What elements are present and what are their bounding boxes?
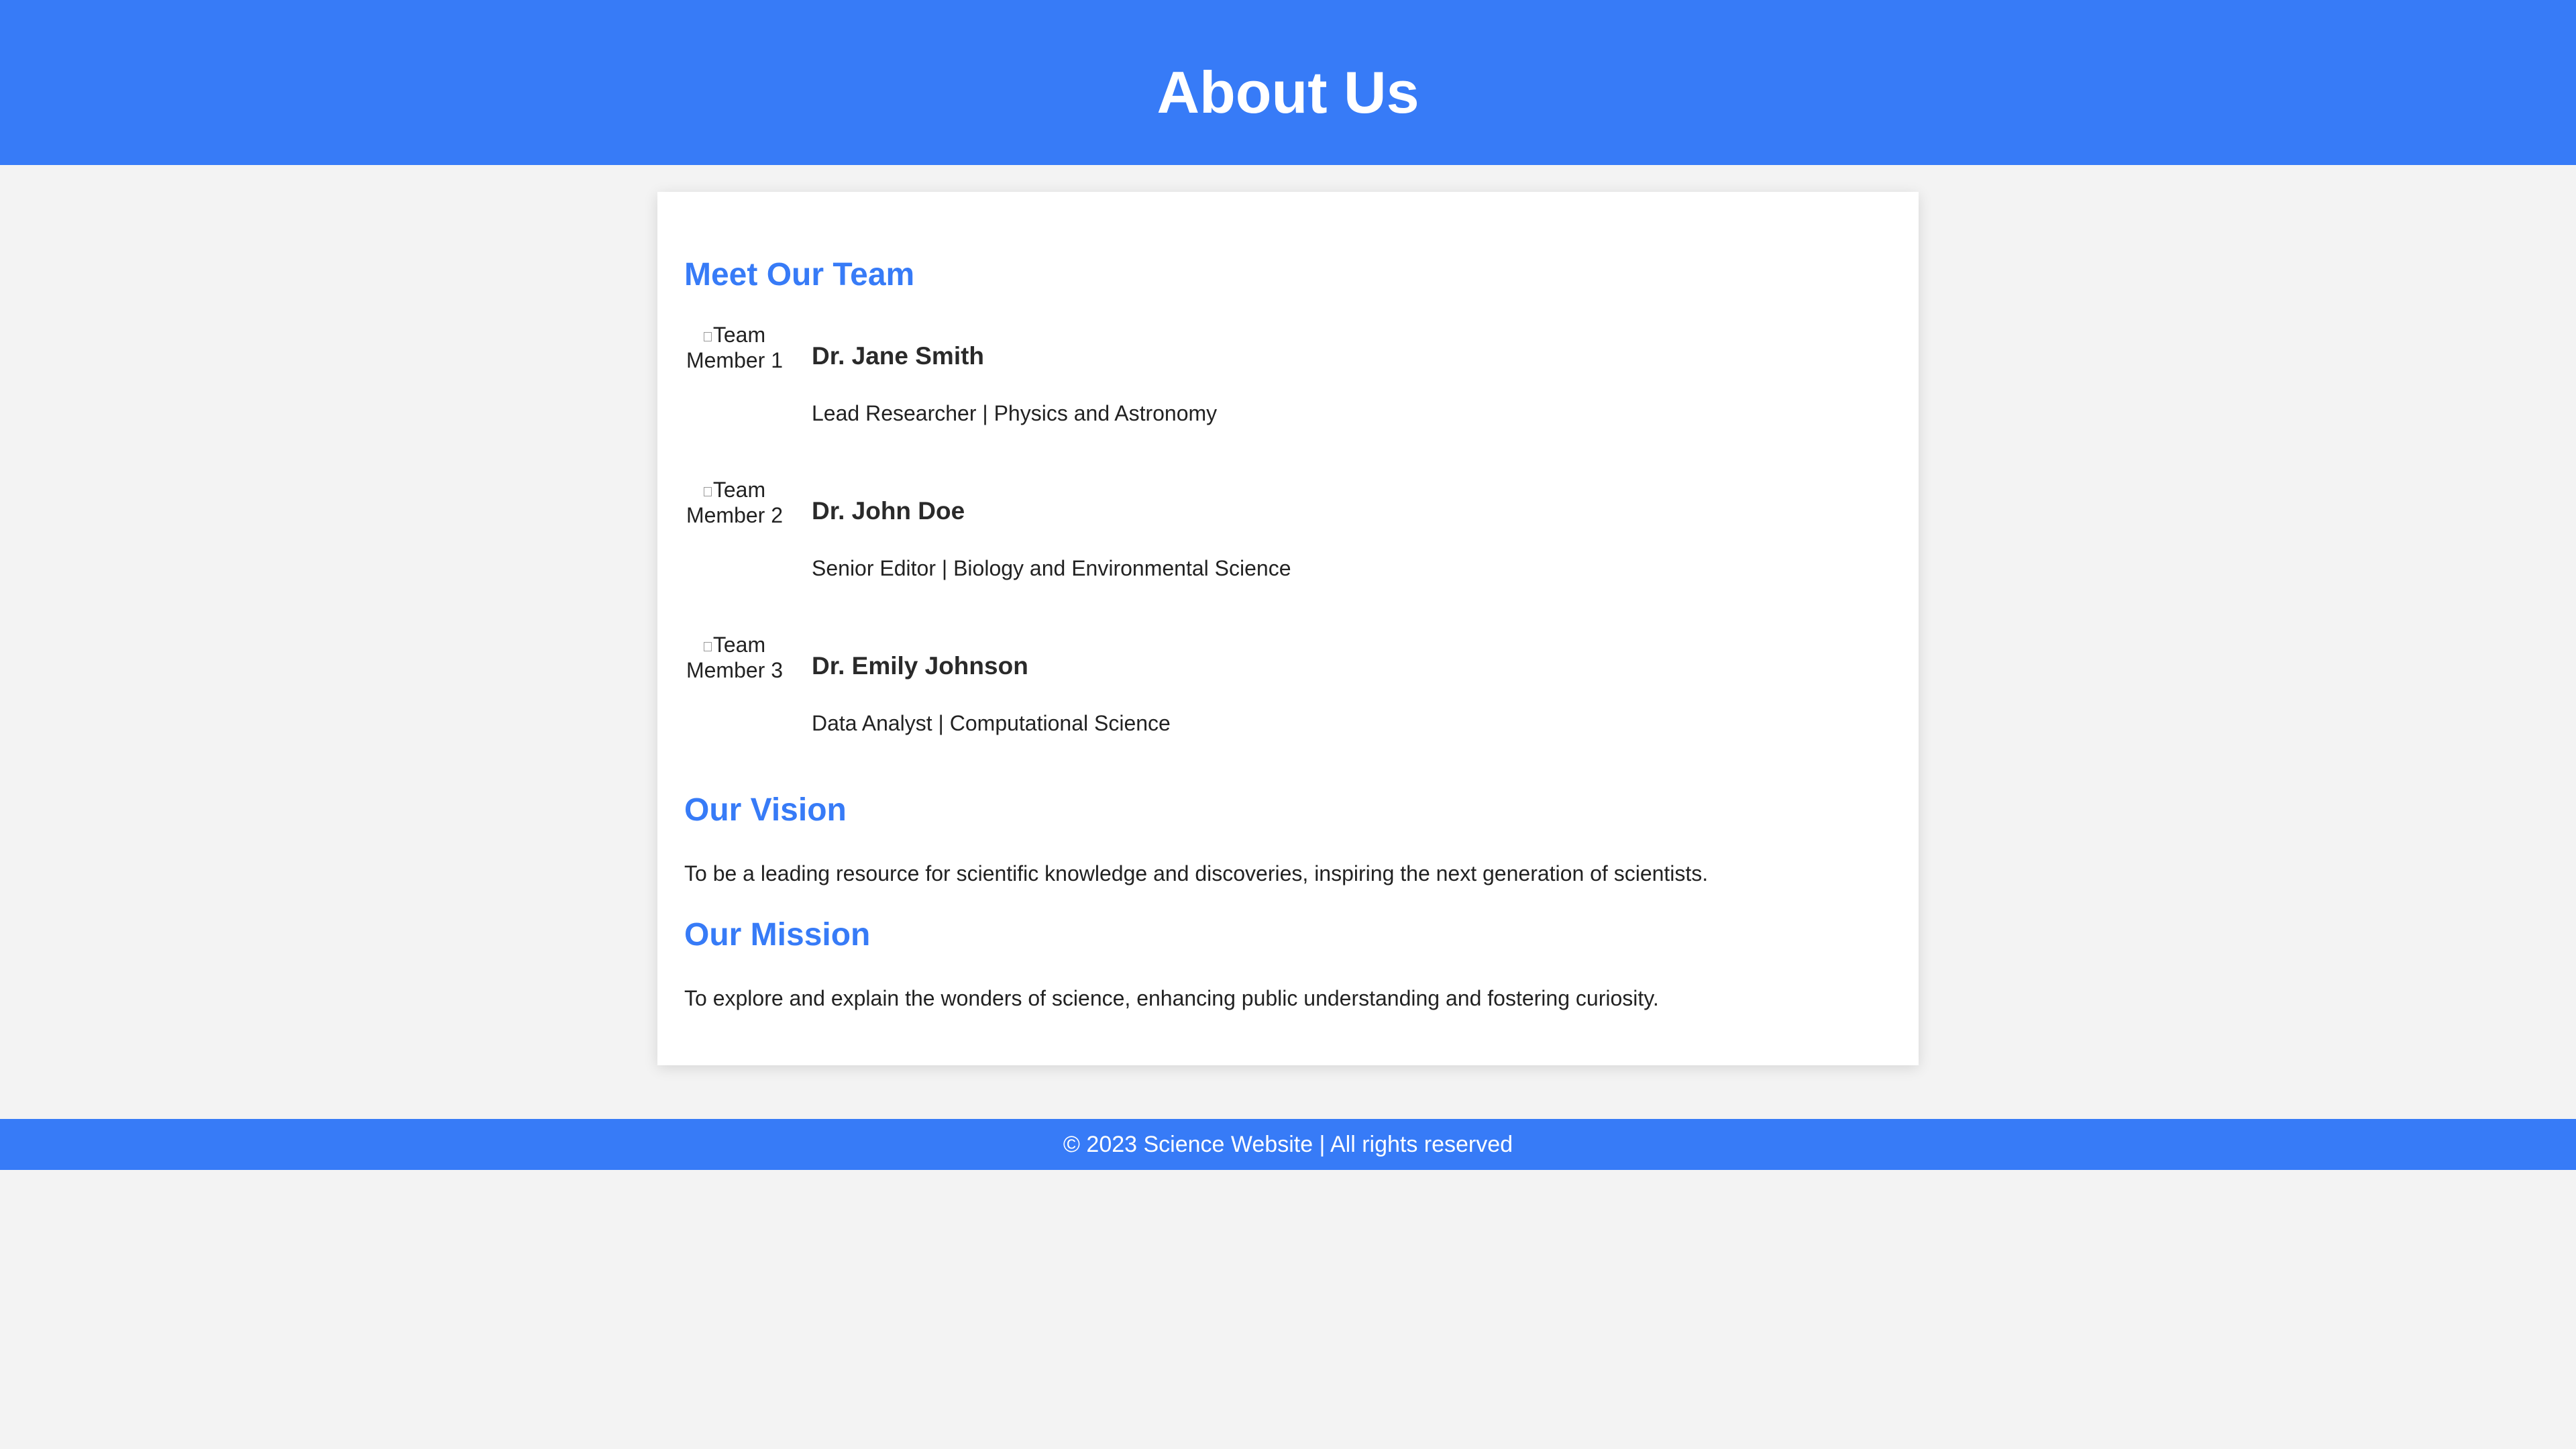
member-role: Senior Editor | Biology and Environmenta… (812, 556, 1291, 580)
page-header: About Us (0, 0, 2576, 165)
member-photo-alt: Team Member 3 (686, 633, 784, 682)
team-heading: Meet Our Team (684, 257, 915, 292)
team-member: Team Member 3 Dr. Emily Johnson Data Ana… (684, 632, 1825, 766)
broken-image-icon (703, 641, 712, 651)
page-footer: © 2023 Science Website | All rights rese… (0, 1119, 2576, 1170)
member-name: Dr. John Doe (812, 497, 965, 525)
mission-heading: Our Mission (684, 917, 871, 953)
member-role: Lead Researcher | Physics and Astronomy (812, 401, 1218, 425)
broken-image-icon (703, 331, 712, 341)
team-member: Team Member 1 Dr. Jane Smith Lead Resear… (684, 322, 1825, 456)
team-member: Team Member 2 Dr. John Doe Senior Editor… (684, 477, 1825, 611)
member-photo-alt: Team Member 1 (686, 323, 784, 372)
member-photo-alt: Team Member 2 (686, 478, 784, 527)
member-role: Data Analyst | Computational Science (812, 711, 1171, 735)
mission-text: To explore and explain the wonders of sc… (684, 986, 1659, 1010)
vision-text: To be a leading resource for scientific … (684, 861, 1709, 885)
member-photo: Team Member 2 (684, 477, 785, 578)
member-photo: Team Member 3 (684, 632, 785, 733)
broken-image-icon (703, 486, 712, 496)
member-photo: Team Member 1 (684, 322, 785, 423)
member-name: Dr. Emily Johnson (812, 652, 1028, 680)
vision-heading: Our Vision (684, 792, 847, 828)
member-name: Dr. Jane Smith (812, 342, 985, 370)
footer-text: © 2023 Science Website | All rights rese… (1063, 1131, 1513, 1157)
content-card: Meet Our Team Team Member 1 Dr. Jane Smi… (657, 192, 1919, 1065)
page-title: About Us (1157, 59, 1419, 125)
